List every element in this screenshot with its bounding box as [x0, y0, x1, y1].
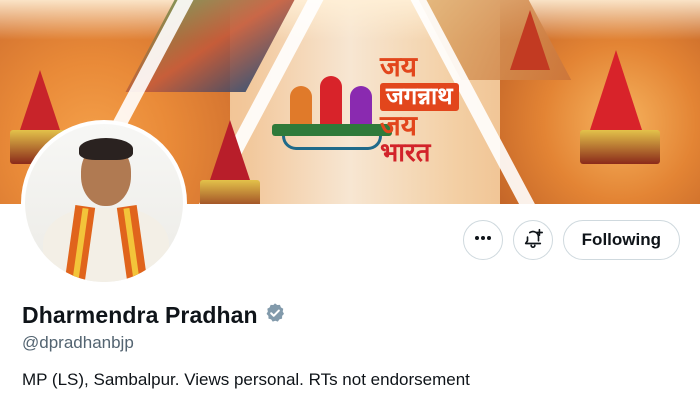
- verified-badge-icon[interactable]: [264, 302, 286, 329]
- notifications-button[interactable]: [512, 220, 553, 260]
- more-button[interactable]: [462, 220, 503, 260]
- chariot-right: [580, 50, 660, 164]
- banner-sky: [0, 0, 700, 40]
- jagannath-logo-art: [272, 60, 392, 150]
- bell-plus-icon: [522, 227, 544, 254]
- avatar-photo: [25, 124, 183, 282]
- profile-actions: Following: [462, 220, 680, 260]
- display-name: Dharmendra Pradhan: [22, 302, 258, 328]
- slogan-line: जय: [380, 50, 418, 83]
- slogan-line: भारत: [380, 137, 431, 168]
- profile-bio: MP (LS), Sambalpur. Views personal. RTs …: [22, 370, 470, 389]
- more-horizontal-icon: [473, 228, 493, 253]
- chariot-far-right: [510, 10, 550, 70]
- profile-name-row: Dharmendra Pradhan: [22, 302, 286, 329]
- banner-slogan: जय जगन्नाथ जय भारत: [380, 52, 505, 167]
- following-button[interactable]: Following: [562, 220, 680, 260]
- profile-avatar[interactable]: [21, 120, 187, 286]
- user-handle: @dpradhanbjp: [22, 333, 134, 352]
- slogan-line: जय: [380, 108, 418, 142]
- slogan-line-highlight: जगन्नाथ: [380, 83, 459, 111]
- chariot-center-left: [200, 120, 260, 204]
